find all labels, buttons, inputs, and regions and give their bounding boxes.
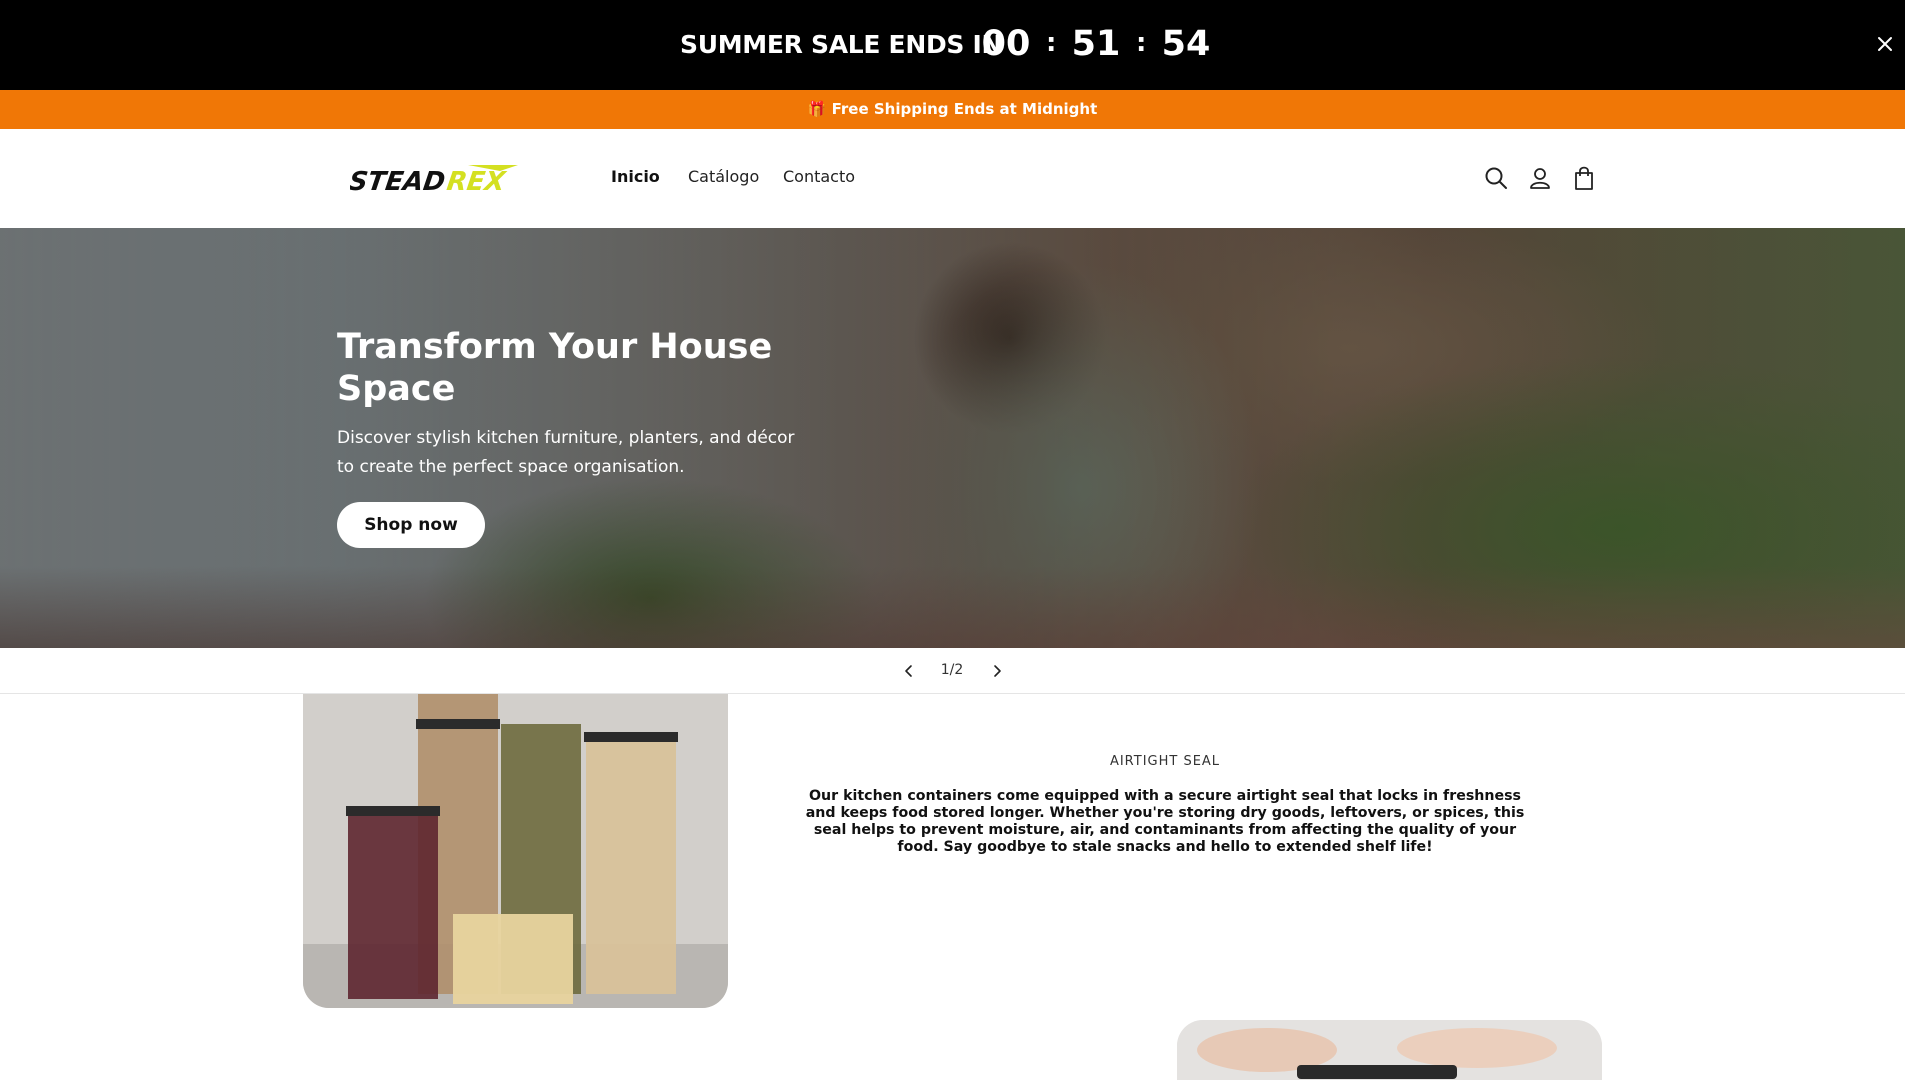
hero-slide: Transform Your House Space Discover styl… (0, 228, 1905, 648)
slider-controls: 1/2 (0, 648, 1905, 694)
hero-subtitle: Discover stylish kitchen furniture, plan… (337, 428, 795, 477)
feature-description: Our kitchen containers come equipped wit… (805, 788, 1525, 855)
svg-text:STEAD: STEAD (350, 167, 447, 197)
svg-text:REX: REX (445, 167, 509, 197)
chevron-right-icon[interactable] (988, 662, 1006, 680)
countdown-separator: : (1046, 28, 1057, 58)
account-icon[interactable] (1527, 165, 1553, 191)
shop-now-button[interactable]: Shop now (337, 502, 485, 548)
countdown-bar: SUMMER SALE ENDS IN 00 : 51 : 54 (0, 0, 1905, 90)
countdown-minutes: 51 (1071, 24, 1121, 64)
hero-title: Transform Your House Space (337, 327, 773, 409)
cart-icon[interactable] (1571, 165, 1597, 191)
countdown-seconds: 54 (1161, 24, 1211, 64)
countdown-title: SUMMER SALE ENDS IN (680, 30, 1003, 59)
hero-overlay (0, 228, 1905, 648)
free-shipping-banner: 🎁 Free Shipping Ends at Midnight (0, 90, 1905, 129)
slide-counter: 1/2 (940, 662, 964, 678)
nav-item-inicio[interactable]: Inicio (611, 167, 660, 186)
nav-item-catalogo[interactable]: Catálogo (688, 167, 759, 186)
food-containers-image (303, 694, 728, 1008)
nav-item-contacto[interactable]: Contacto (783, 167, 855, 186)
feature-label: AIRTIGHT SEAL (1109, 754, 1221, 769)
site-header: STEAD REX Inicio Catálogo Contacto (0, 129, 1905, 228)
search-icon[interactable] (1483, 165, 1509, 191)
chevron-left-icon[interactable] (900, 662, 918, 680)
page: SUMMER SALE ENDS IN 00 : 51 : 54 🎁 Free … (0, 0, 1905, 1080)
steadrex-logo[interactable]: STEAD REX (350, 161, 520, 197)
container-lid-image (1177, 1020, 1602, 1080)
close-icon[interactable] (1874, 33, 1896, 55)
countdown-hours: 00 (981, 24, 1031, 64)
countdown-separator: : (1136, 28, 1147, 58)
